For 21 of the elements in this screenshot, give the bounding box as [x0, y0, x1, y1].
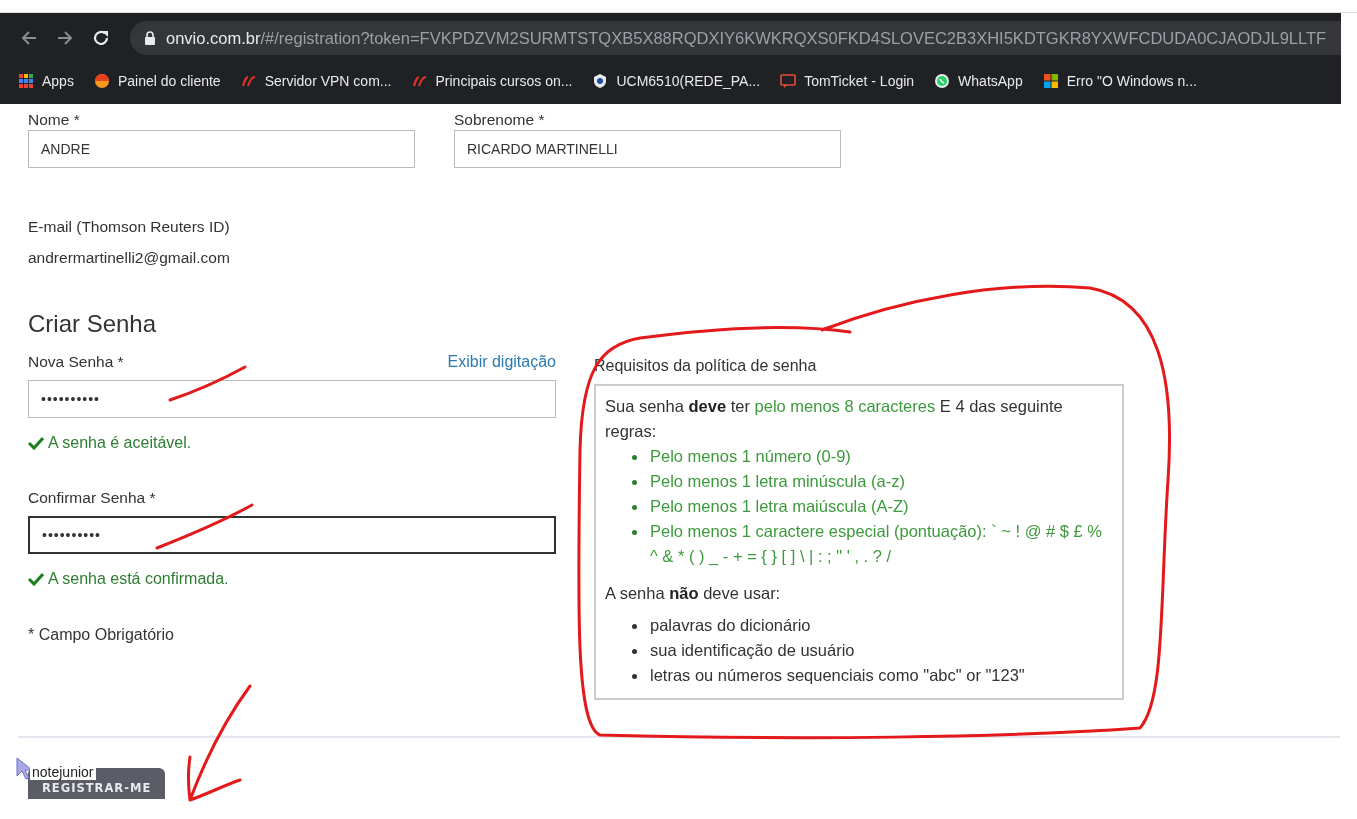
field-label: E-mail (Thomson Reuters ID) [28, 217, 231, 237]
policy-rule: sua identificação de usuário [650, 640, 856, 661]
section-title: Criar Senha [28, 310, 158, 338]
field-label: Nova Senha * [28, 352, 124, 372]
field-label: Sobrenome * [454, 110, 546, 130]
policy-rule: Pelo menos 1 letra maiúscula (A-Z) [650, 496, 910, 517]
policy-rule: Pelo menos 1 número (0-9) [650, 446, 852, 467]
policy-rule: Pelo menos 1 caractere especial (pontuação): ` ~ ! @ # $ £ % ^ & * ( ) _ - + = { } [ ] \ | : ; " ' , . ? / [650, 521, 1103, 567]
policy-text: A senha não deve usar: [605, 583, 782, 604]
status-message: A senha é aceitável. [48, 434, 192, 452]
field-label: Nome * [28, 110, 81, 130]
required-note: * Campo Obrigatório [28, 626, 175, 644]
policy-rule: palavras do dicionário [650, 615, 812, 636]
policy-rule: letras ou números sequenciais como "abc" or "123" [650, 665, 1026, 686]
status-message: A senha está confirmada. [48, 570, 229, 588]
field-label: Confirmar Senha * [28, 488, 156, 508]
policy-rule: Pelo menos 1 letra minúscula (a-z) [650, 471, 906, 492]
email-text: andrermartinelli2@gmail.com [28, 249, 231, 267]
url-text: onvio.com.br/#/registration?token=FVKPDZVM2SURMTSTQXB5X88RQDXIY6KWKRQXS0FKD4SLOVEC2B3XHI5KDTGKR8YXWFCDUDA0CJAODJL9LLTF [166, 28, 1327, 48]
policy-text: Sua senha deve ter pelo menos 8 caracteres E 4 das seguinte regras: [605, 396, 1064, 442]
tooltip: notejunior [30, 764, 96, 780]
